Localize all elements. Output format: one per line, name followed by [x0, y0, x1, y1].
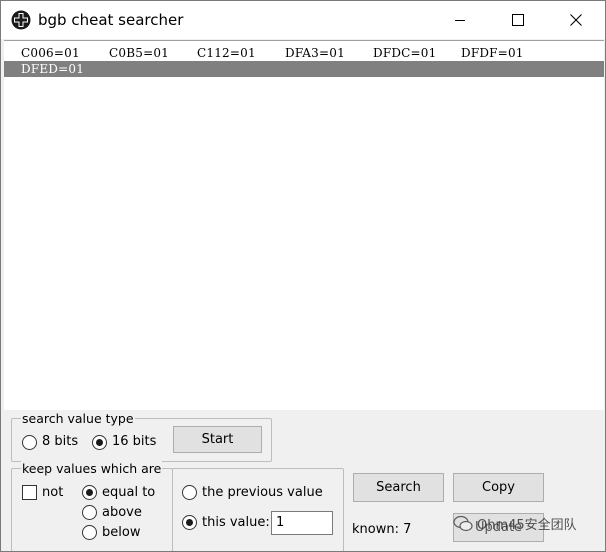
result-cell: DFDF=01 — [461, 46, 524, 60]
list-row-selected[interactable]: DFED=01 — [4, 61, 604, 77]
radio-16-bits-label: 16 bits — [112, 434, 157, 449]
copy-button[interactable]: Copy — [453, 473, 544, 502]
this-value-input[interactable]: 1 — [271, 511, 333, 535]
list-row[interactable]: C006=01 C0B5=01 C112=01 DFA3=01 DFDC=01 … — [4, 45, 604, 61]
radio-above-label: above — [102, 505, 142, 520]
search-button[interactable]: Search — [353, 473, 444, 502]
watermark-text: Ohm45安全团队 — [477, 518, 577, 533]
start-button[interactable]: Start — [173, 426, 262, 453]
title-bar: bgb cheat searcher — [1, 1, 605, 39]
cheat-searcher-window: bgb cheat searcher C006=01 C0B5=01 C112=… — [0, 0, 606, 552]
keep-values-label: keep values which are — [21, 461, 163, 476]
result-cell: DFDC=01 — [373, 46, 437, 60]
results-list[interactable]: C006=01 C0B5=01 C112=01 DFA3=01 DFDC=01 … — [4, 40, 604, 410]
compare-target-group — [172, 468, 344, 551]
maximize-button[interactable] — [489, 1, 547, 39]
radio-above[interactable] — [82, 505, 97, 520]
radio-this-value[interactable] — [182, 515, 197, 530]
result-cell: DFED=01 — [21, 62, 85, 76]
known-count: known: 7 — [352, 522, 412, 537]
maximize-icon — [512, 14, 524, 26]
search-value-type-label: search value type — [21, 411, 135, 426]
result-cell: C112=01 — [197, 46, 256, 60]
radio-8-bits[interactable] — [22, 435, 37, 450]
result-cell: C0B5=01 — [109, 46, 169, 60]
radio-16-bits[interactable] — [92, 435, 107, 450]
radio-equal-to[interactable] — [82, 485, 97, 500]
chat-bubble-icon — [453, 515, 473, 531]
result-cell: C006=01 — [21, 46, 80, 60]
radio-equal-to-label: equal to — [102, 485, 156, 500]
radio-this-value-label: this value: — [202, 515, 270, 530]
minimize-button[interactable] — [431, 1, 489, 39]
result-cell: DFA3=01 — [285, 46, 345, 60]
watermark: Ohm45安全团队 — [453, 514, 577, 533]
radio-below[interactable] — [82, 525, 97, 540]
not-checkbox-label: not — [42, 485, 64, 500]
window-title: bgb cheat searcher — [38, 11, 184, 29]
close-icon — [570, 14, 582, 26]
radio-8-bits-label: 8 bits — [42, 434, 79, 449]
cross-icon — [11, 10, 31, 30]
radio-previous-value-label: the previous value — [202, 485, 323, 500]
radio-previous-value[interactable] — [182, 485, 197, 500]
not-checkbox[interactable] — [22, 485, 37, 500]
minimize-icon — [455, 20, 465, 21]
radio-below-label: below — [102, 525, 141, 540]
close-button[interactable] — [547, 1, 605, 39]
